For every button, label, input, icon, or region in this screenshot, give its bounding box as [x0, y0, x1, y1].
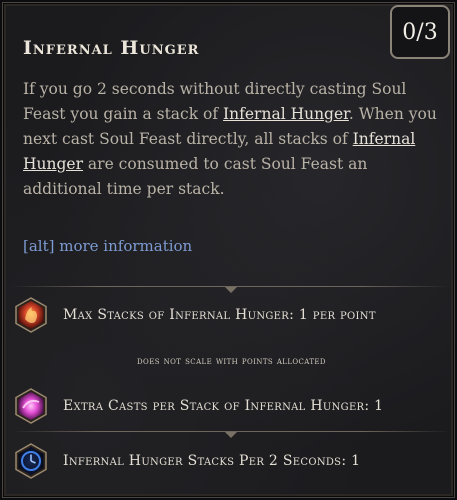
pink-orb-icon	[13, 388, 49, 424]
keyword-infernal-hunger[interactable]: Infernal Hunger	[223, 105, 349, 123]
points-allocated-counter: 0/3	[390, 5, 450, 59]
stat-row-max-stacks: Max Stacks of Infernal Hunger: 1 per poi…	[13, 293, 453, 337]
skill-tooltip: 0/3 Infernal Hunger If you go 2 seconds …	[2, 2, 455, 498]
stat-label: Extra Casts per Stack of Infernal Hunger…	[63, 398, 384, 414]
scaling-note: does not scale with points allocated	[137, 355, 326, 367]
stat-row-stacks-per-2-seconds: Infernal Hunger Stacks Per 2 Seconds: 1	[13, 439, 453, 483]
divider-notch	[225, 432, 237, 438]
blue-clock-icon	[13, 443, 49, 479]
skill-title: Infernal Hunger	[23, 37, 200, 59]
alt-more-information-hint: [alt] more information	[23, 237, 193, 255]
stat-label: Max Stacks of Infernal Hunger: 1 per poi…	[63, 307, 376, 323]
stat-label: Infernal Hunger Stacks Per 2 Seconds: 1	[63, 453, 361, 469]
stat-row-extra-casts: Extra Casts per Stack of Infernal Hunger…	[13, 384, 453, 428]
skill-description: If you go 2 seconds without directly cas…	[23, 77, 443, 202]
fire-creature-icon	[13, 297, 49, 333]
